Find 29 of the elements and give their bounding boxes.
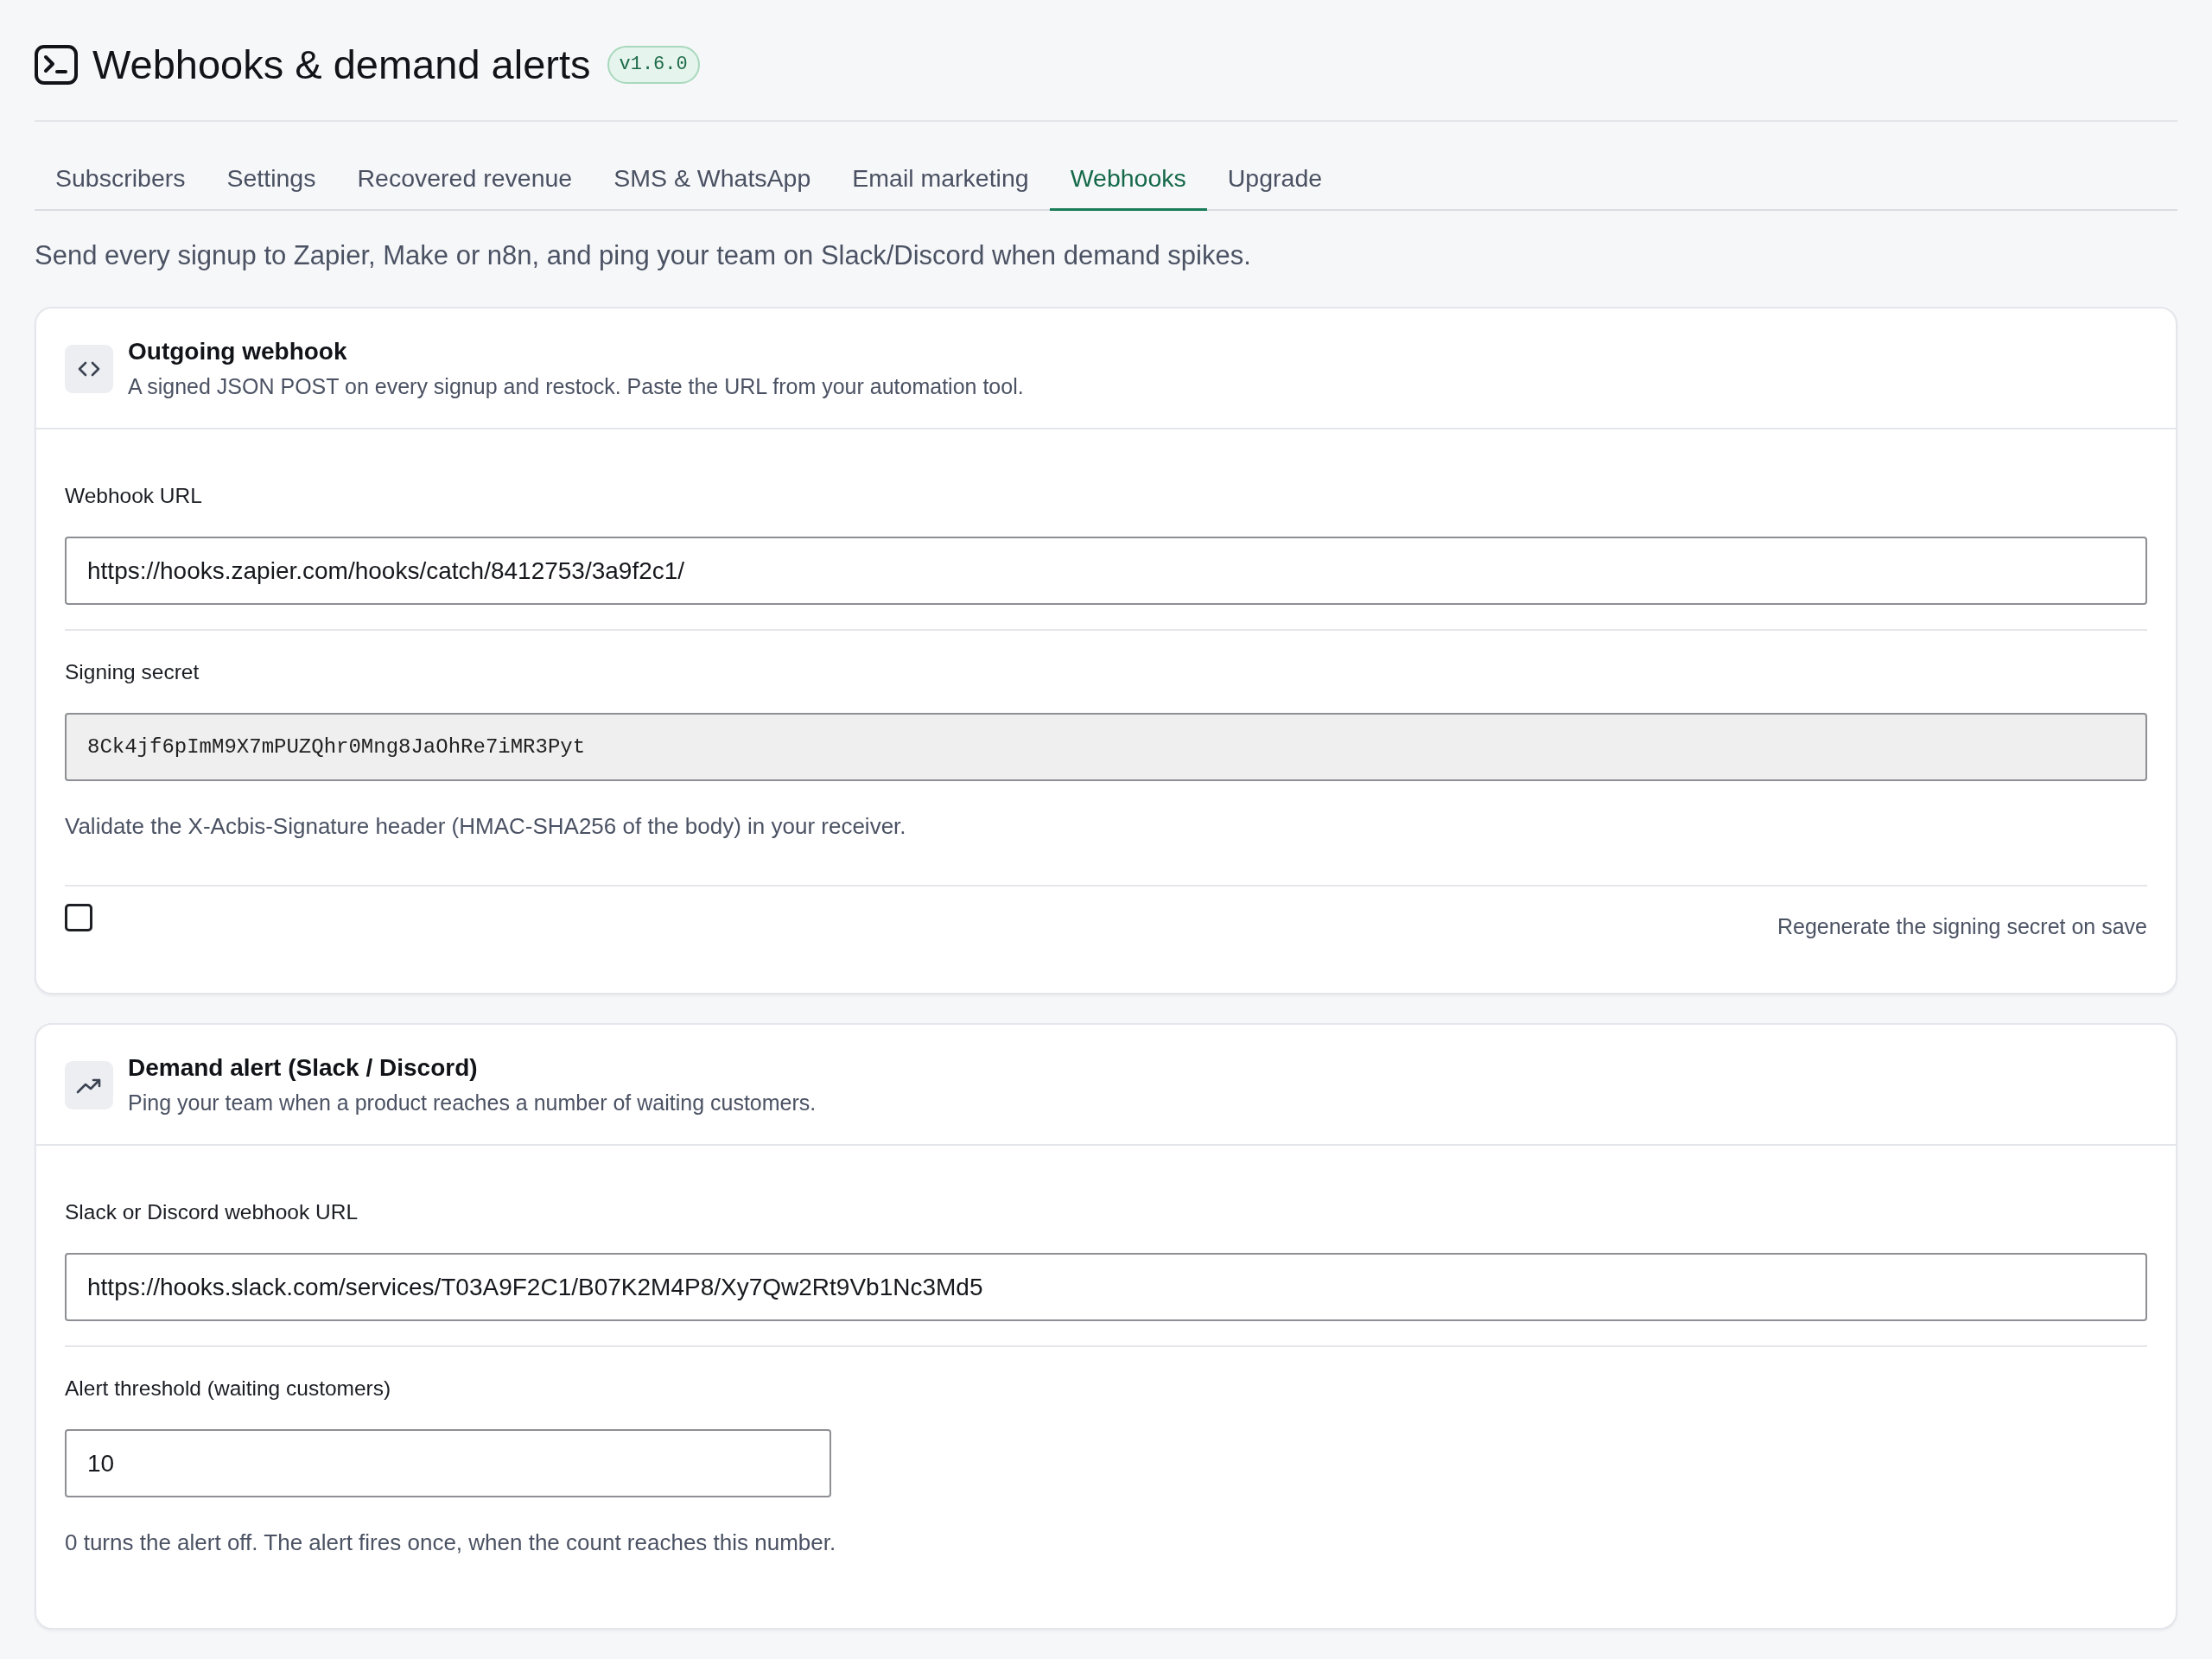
field-label: Alert threshold (waiting customers) [65, 1376, 392, 1402]
nav-tab[interactable]: Upgrade [1206, 139, 1344, 211]
trending-up-icon [65, 1061, 113, 1109]
help-text: 0 turns the alert off. The alert fires once, when the count reaches this number. [65, 1529, 837, 1557]
panel-title: Demand alert (Slack / Discord) [128, 1053, 479, 1083]
url-field[interactable]: https://hooks.slack.com/services/T03A9F2C1/B07K2M4P8/Xy7Qw2Rt9Vb1Nc3Md5 [65, 1253, 2147, 1321]
version-badge: v1.6.0 [607, 45, 700, 85]
panel-subtitle: Ping your team when a product reaches a number of waiting customers. [128, 1090, 817, 1116]
url-field[interactable]: https://hooks.zapier.com/hooks/catch/8412753/3a9f2c1/ [65, 537, 2147, 605]
nav-tab[interactable]: Email marketing [831, 139, 1050, 211]
help-text: Validate the X-Acbis-Signature header (HMAC-SHA256 of the body) in your receiver. [65, 812, 907, 841]
number-field[interactable]: 10 [65, 1429, 831, 1497]
field-label: Signing secret [65, 659, 200, 685]
secret-field[interactable]: 8Ck4jf6pImM9X7mPUZQhr0Mng8JaOhRe7iMR3Pyt [65, 713, 2147, 781]
code-icon [65, 345, 113, 393]
nav-tab[interactable]: Settings [206, 139, 337, 211]
page-title: Webhooks & demand alerts [92, 40, 591, 89]
nav-tab[interactable]: SMS & WhatsApp [593, 139, 832, 211]
panel-title: Outgoing webhook [128, 337, 348, 366]
terminal-icon [35, 45, 78, 85]
checkbox-label[interactable]: Regenerate the signing secret on save [1777, 911, 2147, 942]
panel-subtitle: A signed JSON POST on every signup and restock. Paste the URL from your automation tool. [128, 373, 1024, 400]
nav-tab[interactable]: Recovered revenue [336, 139, 594, 211]
nav-tab[interactable]: Subscribers [35, 139, 207, 211]
field-label: Slack or Discord webhook URL [65, 1199, 359, 1225]
page-description: Send every signup to Zapier, Make or n8n, and ping your team on Slack/Discord when demand spikes. [35, 239, 1252, 272]
nav-tab[interactable]: Webhooks [1049, 139, 1207, 211]
field-label: Webhook URL [65, 483, 203, 509]
checkbox[interactable] [65, 904, 92, 931]
